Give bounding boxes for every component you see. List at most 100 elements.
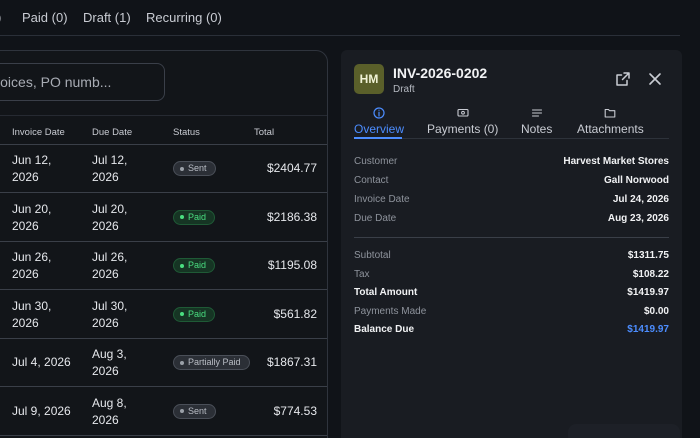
invoice-date-cell-line: Jun 26, bbox=[12, 250, 52, 264]
amount-value: $108.22 bbox=[632, 268, 669, 280]
due-date-cell-line: Aug 8, bbox=[92, 395, 127, 410]
tab-payments-label: Payments (0) bbox=[427, 122, 499, 136]
customer-avatar: HM bbox=[354, 64, 384, 94]
amount-label: Total Amount bbox=[354, 287, 418, 298]
table-row[interactable]: Jun 12, 2026 Jul 12, 2026 Sent $2404.77 bbox=[0, 145, 327, 193]
info-value: Gall Norwood bbox=[604, 175, 669, 186]
invoice-date-cell: Jul 9, 2026 bbox=[12, 403, 71, 420]
tab-payments[interactable]: Payments (0) bbox=[427, 107, 498, 136]
invoice-number: INV-2026-0202 bbox=[393, 65, 488, 81]
due-date-cell-line: 2026 bbox=[92, 218, 119, 233]
tab-attachments[interactable]: Attachments bbox=[577, 107, 644, 136]
invoice-date-cell-line: Jun 30, bbox=[12, 298, 52, 313]
invoice-date-cell: Jun 30, 2026 bbox=[12, 298, 51, 332]
close-icon[interactable] bbox=[647, 71, 663, 87]
column-header-due-date[interactable]: Due Date bbox=[92, 127, 132, 138]
invoice-status-text: Draft bbox=[393, 84, 415, 95]
due-date-cell-line: Jul 12, bbox=[92, 153, 128, 167]
info-icon bbox=[373, 107, 385, 119]
invoice-date-cell-line: 2026 bbox=[12, 170, 39, 184]
notes-icon bbox=[531, 109, 542, 117]
column-header-status[interactable]: Status bbox=[173, 127, 200, 138]
due-date-cell: Jul 20, 2026 bbox=[92, 201, 127, 235]
due-date-cell-line: 2026 bbox=[92, 315, 119, 330]
total-cell-line: $1195.08 bbox=[267, 258, 317, 272]
total-cell-line: $2186.38 bbox=[266, 209, 317, 224]
due-date-cell-line: 2026 bbox=[92, 364, 119, 378]
invoice-date-cell-line: 2026 bbox=[12, 218, 39, 233]
tab-attachments-label: Attachments bbox=[577, 122, 644, 136]
due-date-cell-line: Jul 20, bbox=[92, 201, 128, 216]
amount-label: Tax bbox=[354, 268, 370, 280]
invoice-filter-tabs: ) Paid (0) Draft (1) Recurring (0) bbox=[0, 0, 680, 36]
status-label: Paid bbox=[188, 211, 207, 222]
tab-notes-label: Notes bbox=[521, 122, 553, 136]
section-divider bbox=[354, 237, 669, 238]
amount-label: Subtotal bbox=[354, 250, 391, 261]
floating-toolbar[interactable] bbox=[568, 424, 680, 438]
status-badge: Sent bbox=[173, 161, 216, 176]
table-row[interactable]: Jun 20, 2026 Jul 20, 2026 Paid $2186.38 bbox=[0, 194, 327, 242]
status-badge: Paid bbox=[173, 209, 216, 225]
due-date-cell: Aug 8, 2026 bbox=[92, 395, 127, 429]
table-row[interactable]: Jul 4, 2026 Aug 3, 2026 Partially Paid $1867… bbox=[0, 339, 327, 387]
invoice-date-cell-line: Jun 12, bbox=[12, 153, 52, 167]
status-dot-icon bbox=[180, 166, 184, 171]
invoice-date-cell-line: 2026 bbox=[12, 315, 39, 330]
invoice-date-cell-line: Jun 20, bbox=[12, 201, 52, 216]
info-value: Aug 23, 2026 bbox=[607, 213, 669, 224]
payments-icon bbox=[457, 108, 469, 117]
status-label: Sent bbox=[188, 405, 207, 416]
info-label: Contact bbox=[354, 175, 389, 186]
due-date-cell: Jul 30, 2026 bbox=[92, 298, 127, 332]
amount-value: $0.00 bbox=[643, 305, 669, 317]
due-date-cell-line: 2026 bbox=[92, 412, 119, 427]
table-row[interactable]: Jun 30, 2026 Jul 30, 2026 Paid $561.82 bbox=[0, 291, 327, 339]
amount-label: Payments Made bbox=[354, 305, 427, 317]
status-badge: Paid bbox=[173, 306, 216, 322]
total-cell: $2186.38 bbox=[267, 209, 317, 226]
total-cell-line: $774.53 bbox=[273, 403, 317, 418]
tab-draft[interactable]: Draft (1) bbox=[83, 10, 131, 25]
invoice-date-cell: Jun 12, 2026 bbox=[12, 152, 51, 186]
total-cell-line: $561.82 bbox=[273, 306, 317, 321]
status-dot-icon bbox=[180, 215, 184, 219]
due-date-cell: Jul 26, 2026 bbox=[92, 249, 127, 283]
total-cell: $1195.08 bbox=[268, 257, 317, 274]
search-box[interactable] bbox=[0, 63, 165, 101]
status-dot-icon bbox=[180, 312, 184, 316]
table-row[interactable]: Jul 9, 2026 Aug 8, 2026 Sent $774.53 bbox=[0, 388, 327, 436]
due-date-cell-line: 2026 bbox=[92, 267, 119, 281]
folder-icon bbox=[604, 108, 616, 118]
status-label: Paid bbox=[188, 308, 207, 319]
tab-overview[interactable]: Overview bbox=[354, 107, 404, 136]
invoice-date-cell: Jul 4, 2026 bbox=[12, 354, 71, 371]
total-cell-line: $1867.31 bbox=[266, 355, 317, 369]
column-header-invoice-date[interactable]: Invoice Date bbox=[12, 127, 65, 138]
search-input[interactable] bbox=[0, 64, 164, 100]
table-header: Invoice Date Due Date Status Total bbox=[0, 115, 327, 145]
due-date-cell-line: Aug 3, bbox=[92, 347, 127, 361]
info-label: Customer bbox=[354, 156, 398, 167]
status-dot-icon bbox=[180, 360, 184, 365]
info-label: Invoice Date bbox=[354, 194, 410, 205]
amount-value: $1419.97 bbox=[627, 324, 669, 335]
invoice-date-cell-line: Jul 9, 2026 bbox=[12, 403, 71, 418]
tab-overview-label: Overview bbox=[354, 122, 405, 136]
tab-notes[interactable]: Notes bbox=[521, 107, 552, 136]
status-badge: Paid bbox=[173, 258, 216, 273]
due-date-cell-line: Jul 26, bbox=[92, 250, 128, 264]
total-cell: $1867.31 bbox=[267, 354, 317, 371]
table-row[interactable]: Jun 26, 2026 Jul 26, 2026 Paid $1195.08 bbox=[0, 242, 327, 290]
amount-value: $1311.75 bbox=[627, 250, 669, 261]
column-header-total[interactable]: Total bbox=[254, 127, 274, 138]
status-badge: Partially Paid bbox=[173, 355, 250, 370]
invoice-date-cell: Jun 26, 2026 bbox=[12, 249, 51, 283]
tab-paid[interactable]: Paid (0) bbox=[22, 10, 68, 25]
invoice-date-cell-line: 2026 bbox=[12, 267, 39, 281]
tab-partial-edge[interactable]: ) bbox=[0, 10, 1, 25]
due-date-cell: Aug 3, 2026 bbox=[92, 346, 127, 380]
open-external-icon[interactable] bbox=[615, 71, 631, 87]
tab-recurring[interactable]: Recurring (0) bbox=[146, 10, 222, 25]
status-dot-icon bbox=[180, 409, 184, 413]
